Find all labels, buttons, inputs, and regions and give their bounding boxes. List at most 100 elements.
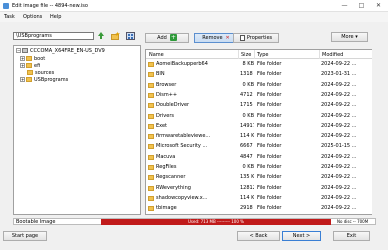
list-item[interactable]: Microsoft Security ... 6667 KBFile folder… — [146, 142, 374, 151]
next-button[interactable]: Next > — [282, 231, 321, 241]
cell-name: Exet — [156, 122, 168, 129]
list-item[interactable]: DoubleDriver 1715 KBFile folder 2024-09-22… — [146, 101, 374, 110]
properties-icon — [239, 34, 245, 41]
cell-type: File folder — [257, 184, 282, 191]
expand-icon[interactable]: + — [20, 56, 25, 61]
cell-type: File folder — [257, 133, 282, 140]
folder-icon — [148, 92, 154, 98]
cell-type: File folder — [257, 71, 282, 78]
collapse-icon[interactable]: − — [16, 48, 21, 53]
cell-type: File folder — [257, 143, 282, 150]
list-item[interactable]: Drivers 0 KB File folder 2024-09-22 ... — [146, 112, 374, 121]
cell-size: 2918 KB — [240, 205, 254, 212]
cell-size: 0 KB — [242, 81, 254, 88]
add-icon: + — [169, 34, 177, 41]
list-item[interactable]: Browser 0 KB File folder 2024-09-22 ... — [146, 81, 374, 90]
cell-size: 1318 KB — [240, 71, 254, 78]
file-list[interactable]: Name Size Type Modified AomeiBackupperb6… — [145, 49, 375, 215]
capacity-bar: Used: 713 MB --------- 100 % — [101, 219, 331, 225]
up-arrow-icon[interactable] — [97, 32, 106, 40]
folder-icon — [148, 62, 154, 67]
cell-modified: 2024-09-22 ... — [321, 153, 357, 160]
menu-options[interactable]: Options — [23, 14, 42, 20]
list-item[interactable]: AomeiBackupperb64 8 KB File folder 2024-09-… — [146, 60, 374, 69]
tree-item-efi[interactable]: + efi — [20, 63, 40, 70]
cell-name: BIN — [156, 71, 165, 78]
cell-type: File folder — [257, 153, 282, 160]
cell-modified: 2024-09-22 ... — [321, 102, 357, 109]
more-button[interactable]: More ▾ — [331, 32, 368, 42]
folder-icon — [148, 165, 154, 170]
path-input[interactable]: \USBprograms — [13, 32, 94, 40]
add-button[interactable]: Add + — [145, 33, 189, 43]
menu-help[interactable]: Help — [50, 14, 61, 20]
favorite-folder-icon[interactable]: ★ — [111, 31, 120, 40]
list-item[interactable]: BIN 1318 KBFile folder 2023-01-31 ... — [146, 70, 374, 79]
cell-name: Dism++ — [156, 91, 178, 98]
cell-name: Browser — [156, 81, 177, 88]
back-button[interactable]: < Back — [237, 231, 280, 241]
close-button[interactable]: ✕ — [370, 0, 387, 12]
cell-modified: 2024-09-22 ... — [321, 91, 357, 98]
bootable-image-label[interactable]: Bootable Image — [16, 219, 55, 225]
folder-icon — [148, 123, 154, 129]
cell-size: 8 KB — [242, 61, 254, 67]
folder-icon — [148, 103, 154, 109]
cell-size: 4847 KB — [240, 153, 254, 160]
col-size[interactable]: Size — [241, 52, 251, 58]
list-item[interactable]: Regscanner 135 KBFile folder 2024-09-22 ..… — [146, 173, 374, 182]
list-item[interactable]: firmwaretableviewe... 114 KBFile folder 20… — [146, 132, 374, 141]
cell-size: 1715 KB — [240, 102, 254, 109]
cell-type: File folder — [257, 164, 282, 170]
cell-name: Regscanner — [156, 174, 186, 181]
folder-icon — [148, 154, 154, 160]
folder-icon — [148, 175, 154, 181]
folder-tree[interactable]: − CCCOMA_X64FRE_EN-US_DV9 + boot + efi sour… — [13, 45, 141, 215]
folder-icon — [148, 185, 154, 191]
properties-button[interactable]: Properties — [233, 33, 279, 43]
cell-name: Microsoft Security ... — [156, 143, 208, 150]
scrollbar[interactable] — [372, 49, 376, 215]
list-item[interactable]: Exet 14917 KBFile folder 2024-09-22 ... — [146, 122, 374, 131]
title-bar: Edit image file -- 4894-new.iso — □ ✕ — [0, 0, 388, 12]
list-item[interactable]: RegFiles 0 KB File folder 2024-09-22 ... — [146, 163, 374, 172]
list-item[interactable]: RWeverything 12812 KBFile folder 2024-09-2… — [146, 184, 374, 193]
disc-size-select[interactable]: No disc -- 700M — [337, 219, 368, 225]
expand-icon[interactable]: + — [20, 63, 25, 68]
cell-type: File folder — [257, 205, 282, 212]
list-item[interactable]: tbimage 2918 KBFile folder 2024-09-22 ... — [146, 204, 374, 213]
cell-size: 0 KB — [242, 112, 254, 119]
maximize-button[interactable]: □ — [353, 0, 370, 12]
list-item[interactable]: shadowcopyview.x... 114 KBFile folder 2024… — [146, 194, 374, 203]
tree-root[interactable]: − CCCOMA_X64FRE_EN-US_DV9 — [16, 48, 105, 55]
cell-type: File folder — [257, 81, 282, 88]
cell-modified: 2024-09-22 ... — [321, 164, 357, 170]
remove-button[interactable]: Remove ✕ — [194, 33, 238, 43]
menu-task[interactable]: Task — [4, 14, 15, 20]
list-item[interactable]: Dism++ 4712 KBFile folder 2024-09-22 ... — [146, 91, 374, 100]
minimize-button[interactable]: — — [336, 0, 353, 12]
col-type[interactable]: Type — [257, 52, 268, 58]
expand-icon[interactable]: + — [20, 77, 25, 82]
folder-icon — [148, 72, 154, 78]
col-modified[interactable]: Modified — [322, 52, 343, 58]
folder-icon — [26, 77, 32, 82]
tree-item-boot[interactable]: + boot — [20, 56, 45, 63]
exit-button[interactable]: Exit — [333, 231, 370, 241]
view-grid-icon[interactable] — [126, 32, 135, 40]
tree-item-sources[interactable]: sources — [27, 70, 54, 77]
tree-item-usbprograms[interactable]: + USBprograms — [20, 77, 68, 84]
cell-size: 114 KB — [240, 133, 254, 140]
cell-modified: 2024-09-22 ... — [321, 174, 357, 181]
cell-modified: 2025-01-15 ... — [321, 143, 357, 150]
app-icon — [3, 3, 9, 9]
folder-icon — [26, 63, 32, 68]
cell-modified: 2024-09-22 ... — [321, 184, 357, 191]
list-item[interactable]: Macuva 4847 KBFile folder 2024-09-22 ... — [146, 153, 374, 162]
start-page-button[interactable]: Start page — [3, 231, 47, 241]
cell-type: File folder — [257, 194, 282, 201]
cell-modified: 2024-09-22 ... — [321, 81, 357, 88]
remove-icon: ✕ — [225, 35, 230, 41]
col-name[interactable]: Name — [149, 52, 164, 58]
cell-type: File folder — [257, 102, 282, 109]
